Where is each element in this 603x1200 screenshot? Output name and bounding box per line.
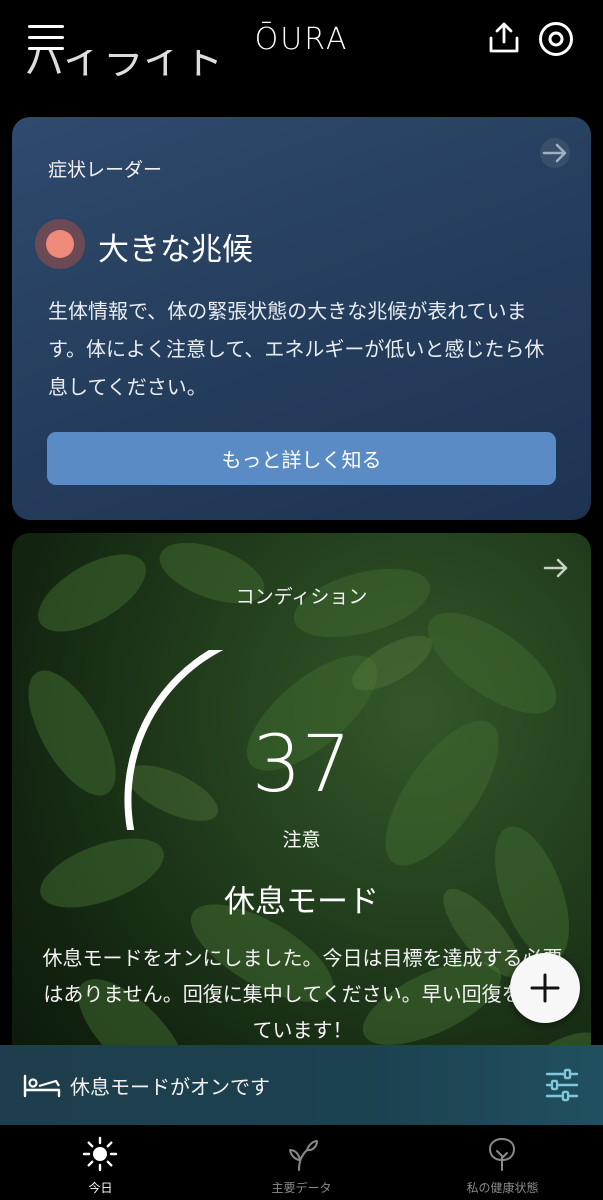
nav-label: 今日 <box>88 1181 113 1195</box>
radar-description: 生体情報で、体の緊張状態の大きな兆候が表れています。体によく注意して、エネルギー… <box>48 299 545 399</box>
card-title: コンディション <box>235 586 368 608</box>
score-label: 注意 <box>282 829 321 851</box>
ring-icon[interactable] <box>537 20 575 58</box>
condition-score: 37 <box>251 720 352 810</box>
add-button[interactable] <box>510 953 580 1023</box>
bed-icon <box>22 1070 62 1100</box>
learn-more-button[interactable]: もっと詳しく知る <box>47 432 556 485</box>
nav-item-my-health[interactable]: 私の健康状態 <box>402 1133 603 1195</box>
rest-mode-title: 休息モード <box>224 884 379 920</box>
rest-mode-status-text: 休息モードがオンです <box>70 1075 270 1099</box>
arrow-right-icon[interactable] <box>538 138 572 168</box>
arrow-right-icon[interactable] <box>540 553 572 583</box>
share-icon[interactable] <box>486 20 522 56</box>
card-title: 症状レーダー <box>48 159 163 181</box>
nav-item-key-data[interactable]: 主要データ <box>201 1133 402 1195</box>
nav-label: 私の健康状態 <box>466 1181 539 1195</box>
condition-description: 休息モードをオンにしました。今日は目標を達成する必要はありません。回復に集中して… <box>42 946 563 1042</box>
radar-status: 大きな兆候 <box>98 232 253 268</box>
sun-icon <box>82 1136 118 1172</box>
sprout-icon <box>289 1140 318 1171</box>
nav-label: 主要データ <box>271 1181 332 1195</box>
sliders-icon[interactable] <box>544 1068 580 1102</box>
tree-icon <box>489 1138 515 1171</box>
plus-icon <box>530 973 560 1003</box>
status-dot <box>46 230 74 258</box>
nav-item-today[interactable]: 今日 <box>0 1133 201 1195</box>
